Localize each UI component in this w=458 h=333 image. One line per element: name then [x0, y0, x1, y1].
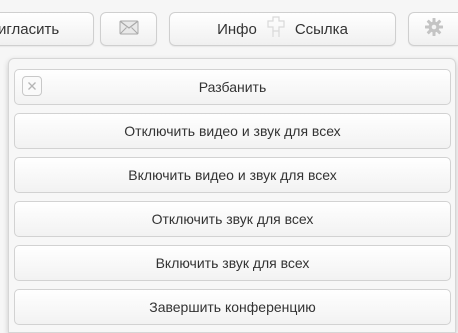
unban-button[interactable]: Разбанить — [14, 69, 451, 105]
info-link-button[interactable]: Инфо Ссылка — [169, 12, 396, 46]
menu-item-label: Включить звук для всех — [155, 255, 310, 271]
menu-item-label: Отключить видео и звук для всех — [124, 123, 341, 139]
menu-item-label: Включить видео и звук для всех — [128, 167, 337, 183]
info-label: Инфо — [217, 20, 257, 38]
mute-audio-all-button[interactable]: Отключить звук для всех — [14, 201, 451, 237]
conference-screen: игласить Инфо Ссылка Разбанить Отключить… — [0, 0, 458, 333]
puzzle-icon — [267, 16, 285, 42]
unmute-video-audio-all-button[interactable]: Включить видео и звук для всех — [14, 157, 451, 193]
top-toolbar: игласить Инфо Ссылка — [0, 0, 458, 56]
mail-button[interactable] — [100, 12, 157, 46]
envelope-icon — [119, 20, 139, 39]
invite-button[interactable]: игласить — [0, 12, 94, 46]
menu-item-label: Отключить звук для всех — [151, 211, 314, 227]
invite-button-label: игласить — [0, 20, 60, 38]
unmute-audio-all-button[interactable]: Включить звук для всех — [14, 245, 451, 281]
participants-actions-menu: Разбанить Отключить видео и звук для все… — [8, 58, 456, 333]
close-icon — [27, 78, 37, 94]
unban-label: Разбанить — [198, 79, 267, 95]
mute-video-audio-all-button[interactable]: Отключить видео и звук для всех — [14, 113, 451, 149]
settings-button[interactable] — [408, 12, 458, 46]
menu-item-label: Завершить конференцию — [149, 299, 316, 315]
close-menu-button[interactable] — [22, 76, 42, 96]
gear-icon — [424, 17, 444, 41]
link-label: Ссылка — [294, 20, 348, 38]
end-conference-button[interactable]: Завершить конференцию — [14, 289, 451, 325]
